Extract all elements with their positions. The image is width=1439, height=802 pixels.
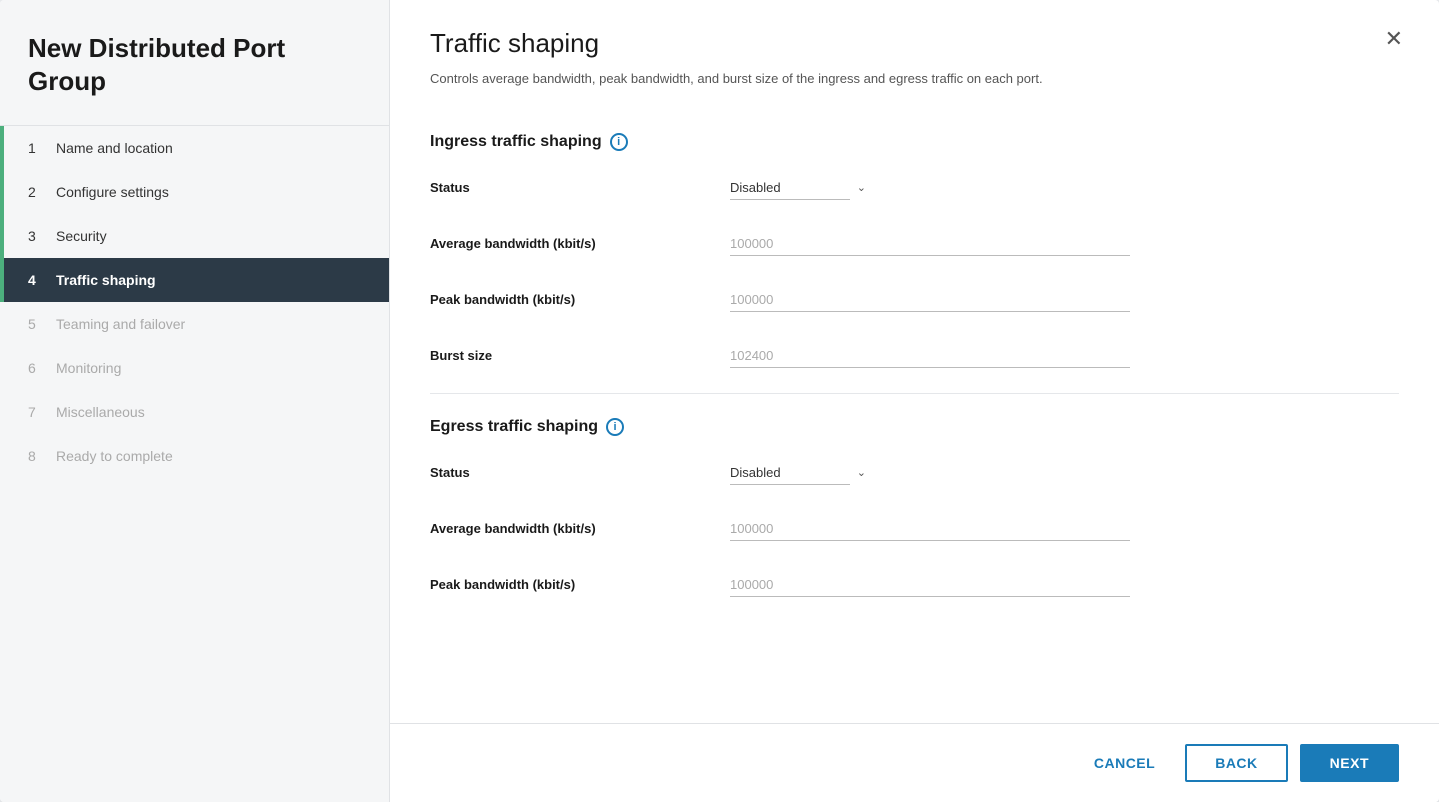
- next-button[interactable]: NEXT: [1300, 744, 1399, 782]
- step-label-5: Teaming and failover: [56, 316, 185, 332]
- step-number-3: 3: [28, 228, 46, 244]
- egress-avg-bw-input[interactable]: [730, 517, 1130, 541]
- ingress-burst-control: [730, 344, 1130, 368]
- egress-status-select-wrap: Disabled Enabled ⌄: [730, 461, 870, 485]
- ingress-info-icon[interactable]: i: [610, 133, 628, 151]
- egress-peak-bw-row: Peak bandwidth (kbit/s): [430, 566, 1399, 604]
- egress-peak-bw-label: Peak bandwidth (kbit/s): [430, 577, 730, 592]
- ingress-peak-bw-label: Peak bandwidth (kbit/s): [430, 292, 730, 307]
- back-button[interactable]: BACK: [1185, 744, 1287, 782]
- sidebar-step-2[interactable]: 2 Configure settings: [0, 170, 389, 214]
- step-number-7: 7: [28, 404, 46, 420]
- step-label-8: Ready to complete: [56, 448, 173, 464]
- egress-info-icon[interactable]: i: [606, 418, 624, 436]
- step-number-6: 6: [28, 360, 46, 376]
- steps-list: 1 Name and location 2 Configure settings 3 Se…: [0, 126, 389, 478]
- ingress-burst-label: Burst size: [430, 348, 730, 363]
- content-header: Traffic shaping Controls average bandwid…: [390, 0, 1439, 89]
- ingress-section-title: Ingress traffic shaping i: [430, 133, 1399, 151]
- step-number-2: 2: [28, 184, 46, 200]
- ingress-status-select-wrap: Disabled Enabled ⌄: [730, 176, 870, 200]
- ingress-burst-row: Burst size: [430, 337, 1399, 375]
- ingress-status-arrow: ⌄: [857, 181, 866, 194]
- step-number-8: 8: [28, 448, 46, 464]
- ingress-avg-bw-input[interactable]: [730, 232, 1130, 256]
- step-number-5: 5: [28, 316, 46, 332]
- page-title: Traffic shaping: [430, 28, 1399, 59]
- step-label-4: Traffic shaping: [56, 272, 156, 288]
- step-label-3: Security: [56, 228, 107, 244]
- main-content: Traffic shaping Controls average bandwid…: [390, 0, 1439, 802]
- ingress-avg-bw-label: Average bandwidth (kbit/s): [430, 236, 730, 251]
- step-label-1: Name and location: [56, 140, 173, 156]
- ingress-status-row: Status Disabled Enabled ⌄: [430, 169, 1399, 207]
- sidebar-step-1[interactable]: 1 Name and location: [0, 126, 389, 170]
- sidebar-step-5: 5 Teaming and failover: [0, 302, 389, 346]
- ingress-status-select[interactable]: Disabled Enabled: [730, 176, 850, 200]
- ingress-peak-bw-control: [730, 288, 1130, 312]
- section-divider: [430, 393, 1399, 394]
- ingress-status-control: Disabled Enabled ⌄: [730, 176, 1130, 200]
- sidebar-step-7: 7 Miscellaneous: [0, 390, 389, 434]
- dialog-title: New Distributed Port Group: [0, 0, 389, 126]
- step-number-4: 4: [28, 272, 46, 288]
- egress-status-arrow: ⌄: [857, 466, 866, 479]
- ingress-burst-input[interactable]: [730, 344, 1130, 368]
- sidebar-step-6: 6 Monitoring: [0, 346, 389, 390]
- egress-section-title: Egress traffic shaping i: [430, 418, 1399, 436]
- cancel-button[interactable]: CANCEL: [1076, 745, 1173, 781]
- egress-avg-bw-label: Average bandwidth (kbit/s): [430, 521, 730, 536]
- sidebar-step-3[interactable]: 3 Security: [0, 214, 389, 258]
- egress-status-select[interactable]: Disabled Enabled: [730, 461, 850, 485]
- ingress-avg-bw-control: [730, 232, 1130, 256]
- step-label-7: Miscellaneous: [56, 404, 145, 420]
- step-number-1: 1: [28, 140, 46, 156]
- egress-avg-bw-control: [730, 517, 1130, 541]
- ingress-status-label: Status: [430, 180, 730, 195]
- egress-status-label: Status: [430, 465, 730, 480]
- sidebar-step-4[interactable]: 4 Traffic shaping: [0, 258, 389, 302]
- content-body: Ingress traffic shaping i Status Disable…: [390, 89, 1439, 724]
- sidebar-step-8: 8 Ready to complete: [0, 434, 389, 478]
- egress-status-row: Status Disabled Enabled ⌄: [430, 454, 1399, 492]
- step-label-6: Monitoring: [56, 360, 121, 376]
- close-button[interactable]: ✕: [1377, 24, 1411, 54]
- page-description: Controls average bandwidth, peak bandwid…: [430, 69, 1399, 89]
- ingress-peak-bw-row: Peak bandwidth (kbit/s): [430, 281, 1399, 319]
- content-footer: CANCEL BACK NEXT: [390, 723, 1439, 802]
- egress-status-control: Disabled Enabled ⌄: [730, 461, 1130, 485]
- ingress-avg-bw-row: Average bandwidth (kbit/s): [430, 225, 1399, 263]
- ingress-peak-bw-input[interactable]: [730, 288, 1130, 312]
- egress-avg-bw-row: Average bandwidth (kbit/s): [430, 510, 1399, 548]
- dialog: New Distributed Port Group 1 Name and loc…: [0, 0, 1439, 802]
- step-label-2: Configure settings: [56, 184, 169, 200]
- sidebar: New Distributed Port Group 1 Name and loc…: [0, 0, 390, 802]
- egress-peak-bw-input[interactable]: [730, 573, 1130, 597]
- egress-peak-bw-control: [730, 573, 1130, 597]
